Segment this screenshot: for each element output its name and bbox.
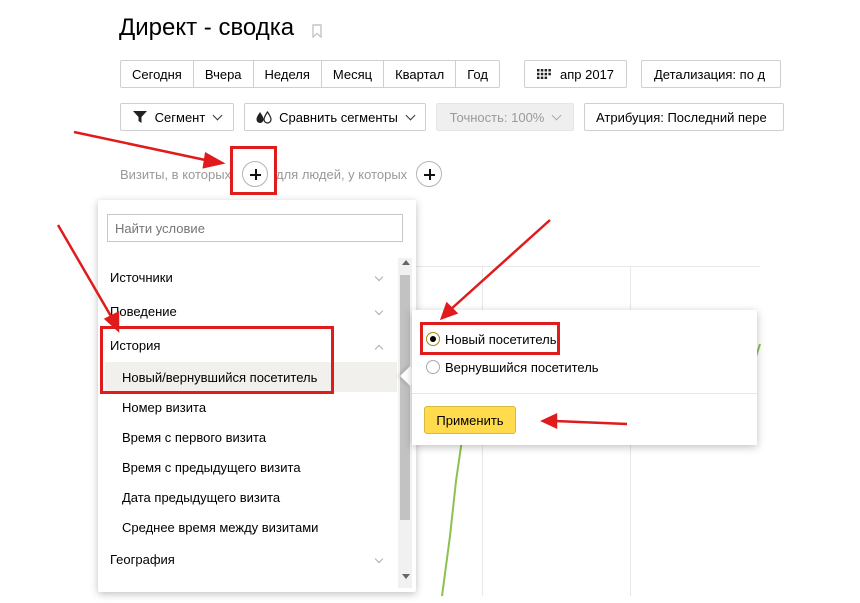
annotation-arrows [56,130,628,429]
